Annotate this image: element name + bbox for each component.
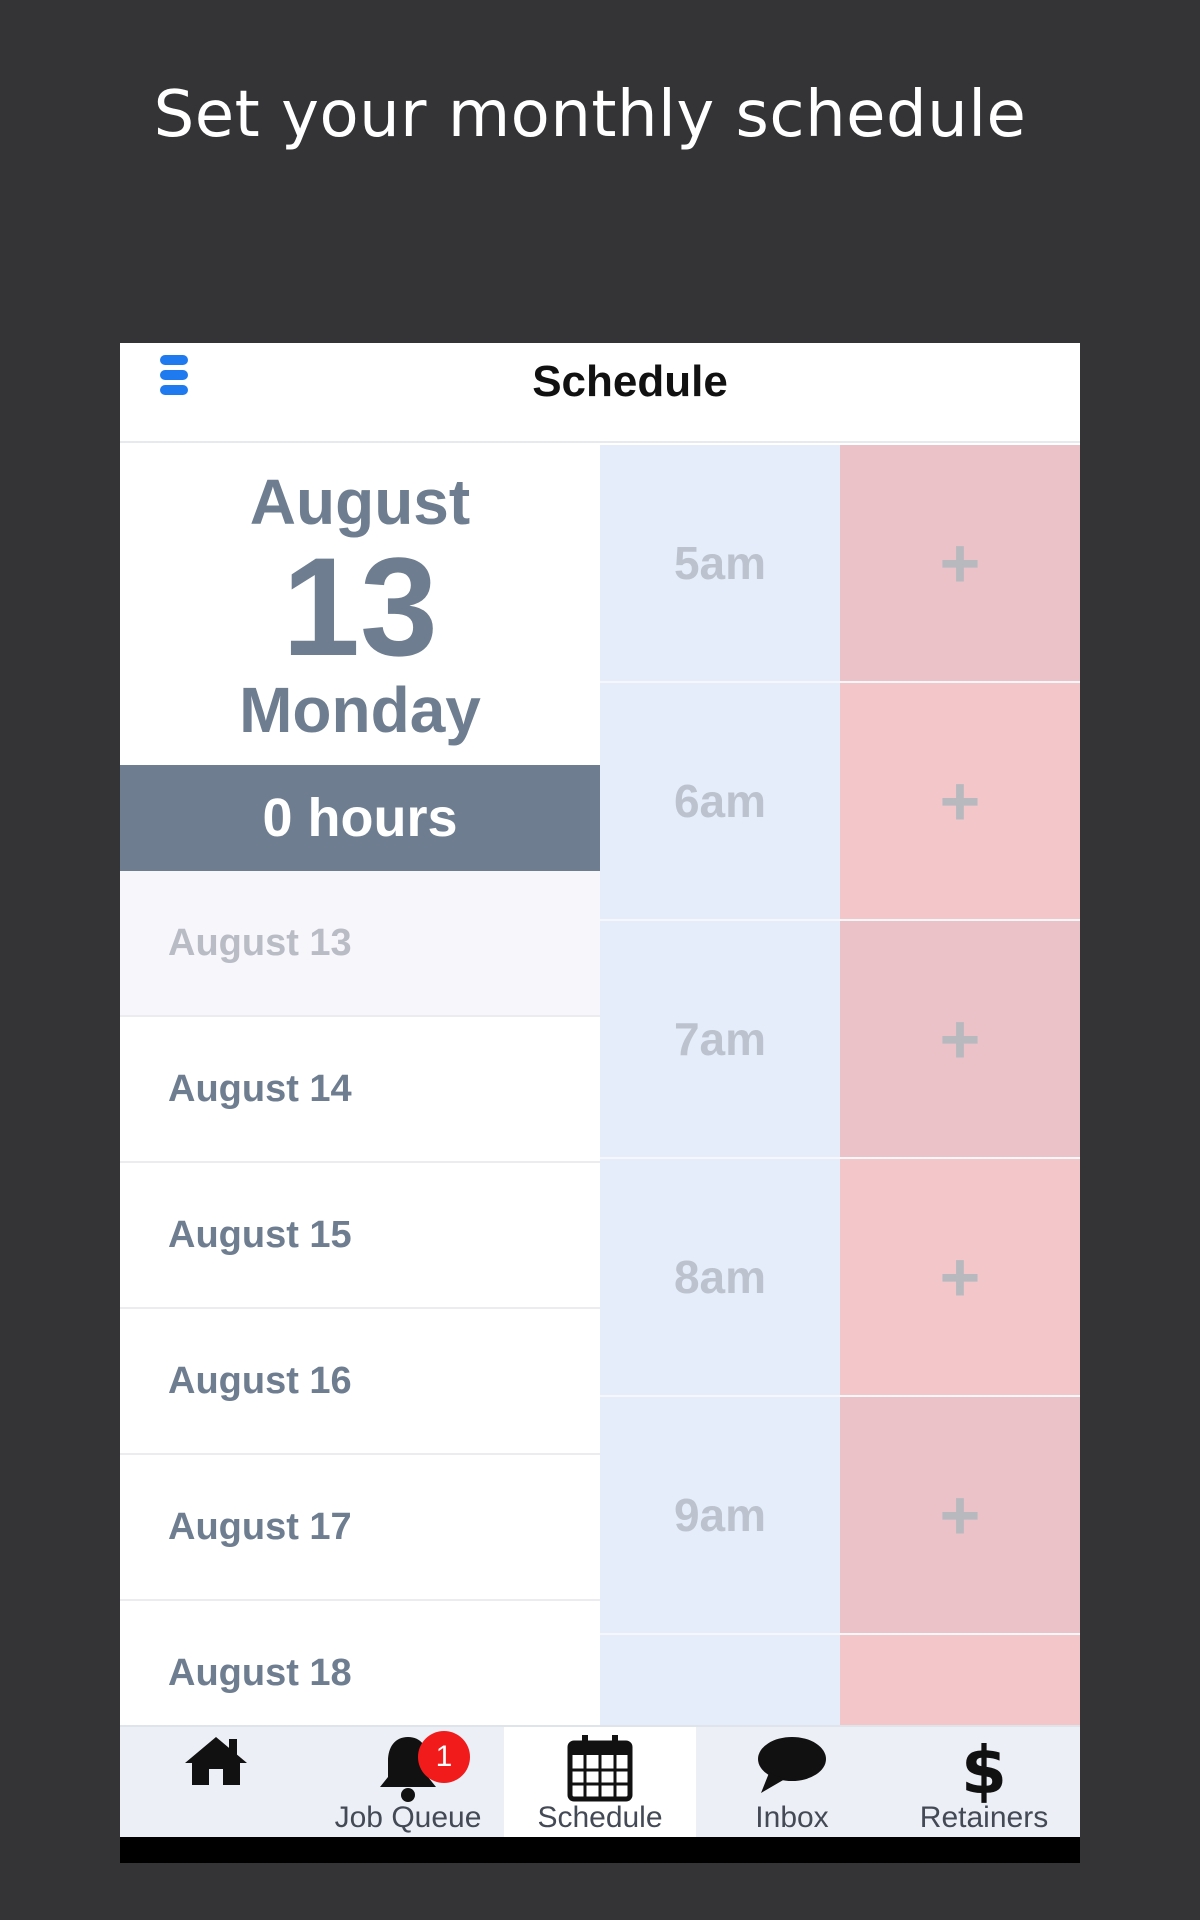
add-slot-button[interactable]: + (840, 445, 1080, 683)
tab-retainers[interactable]: $ Retainers (888, 1727, 1080, 1837)
add-slot-button[interactable]: + (840, 1159, 1080, 1397)
date-list-item[interactable]: August 16 (120, 1309, 600, 1455)
time-slot-label: 7am (600, 921, 840, 1159)
add-slot-button[interactable]: + (840, 1397, 1080, 1635)
date-panel: August 13 Monday 0 hours August 13 Augus… (120, 445, 600, 1747)
home-icon (185, 1737, 247, 1785)
time-slot-label: 8am (600, 1159, 840, 1397)
tab-schedule[interactable]: Schedule (504, 1727, 696, 1837)
promo-headline: Set your monthly schedule (153, 78, 1027, 152)
page-title: Schedule (532, 357, 728, 406)
tab-home[interactable] (120, 1727, 312, 1837)
time-slot-label: 5am (600, 445, 840, 683)
tab-inbox[interactable]: Inbox (696, 1727, 888, 1837)
tab-label: Inbox (755, 1801, 829, 1834)
app-screen: Schedule August 13 Monday 0 hours August… (120, 343, 1080, 1863)
add-availability-column: + + + + + (840, 445, 1080, 1725)
chat-bubble-icon (758, 1737, 826, 1793)
dollar-icon: $ (961, 1733, 1007, 1803)
date-list-item[interactable]: August 15 (120, 1163, 600, 1309)
svg-text:$: $ (961, 1733, 1007, 1803)
notification-badge: 1 (418, 1731, 470, 1783)
date-list: August 13 August 14 August 15 August 16 … (120, 871, 600, 1747)
tab-label: Retainers (919, 1801, 1049, 1834)
selected-day-number: 13 (282, 528, 438, 685)
time-slot-label: 9am (600, 1397, 840, 1635)
scheduled-hours-total: 0 hours (120, 765, 600, 871)
system-navigation-strip (120, 1837, 1080, 1863)
time-slot-label: 6am (600, 683, 840, 921)
add-slot-button[interactable]: + (840, 683, 1080, 921)
date-list-item[interactable]: August 17 (120, 1455, 600, 1601)
top-navigation-bar: Schedule (120, 343, 1080, 443)
selected-weekday: Monday (239, 674, 481, 746)
bottom-tab-bar: 1 Job Queue Schedule Inbox $ Retainers (120, 1725, 1080, 1837)
add-slot-button[interactable]: + (840, 921, 1080, 1159)
calendar-icon (567, 1735, 633, 1802)
tab-job-queue[interactable]: 1 Job Queue (312, 1727, 504, 1837)
time-slot-column: 5am 6am 7am 8am 9am (600, 445, 840, 1725)
tab-label: Job Queue (334, 1801, 482, 1834)
date-list-item[interactable]: August 13 (120, 871, 600, 1017)
selected-date-card: August 13 Monday (120, 445, 600, 765)
date-list-item[interactable]: August 14 (120, 1017, 600, 1163)
tab-label: Schedule (537, 1801, 663, 1834)
